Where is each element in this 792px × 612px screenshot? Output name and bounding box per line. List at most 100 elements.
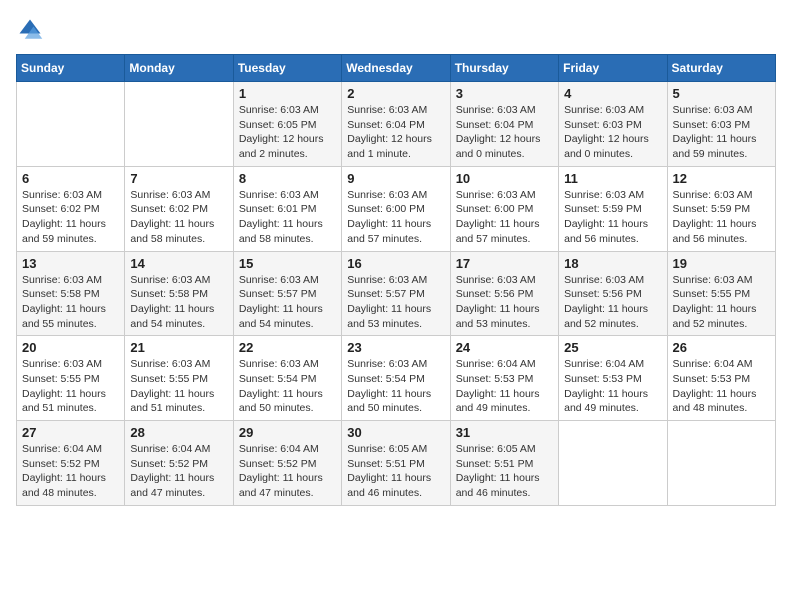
day-info: Sunrise: 6:03 AM Sunset: 6:02 PM Dayligh… (130, 188, 227, 247)
weekday-header-thursday: Thursday (450, 55, 558, 82)
day-info: Sunrise: 6:03 AM Sunset: 5:55 PM Dayligh… (130, 357, 227, 416)
calendar-week-row: 20 Sunrise: 6:03 AM Sunset: 5:55 PM Dayli… (17, 336, 776, 421)
day-number: 1 (239, 86, 336, 101)
calendar-cell: 16 Sunrise: 6:03 AM Sunset: 5:57 PM Dayli… (342, 251, 450, 336)
day-number: 14 (130, 256, 227, 271)
calendar-cell: 1 Sunrise: 6:03 AM Sunset: 6:05 PM Daylig… (233, 82, 341, 167)
calendar-cell: 2 Sunrise: 6:03 AM Sunset: 6:04 PM Daylig… (342, 82, 450, 167)
day-info: Sunrise: 6:03 AM Sunset: 5:58 PM Dayligh… (22, 273, 119, 332)
day-info: Sunrise: 6:03 AM Sunset: 6:03 PM Dayligh… (564, 103, 661, 162)
calendar-cell: 13 Sunrise: 6:03 AM Sunset: 5:58 PM Dayli… (17, 251, 125, 336)
day-info: Sunrise: 6:03 AM Sunset: 5:59 PM Dayligh… (564, 188, 661, 247)
day-info: Sunrise: 6:04 AM Sunset: 5:53 PM Dayligh… (564, 357, 661, 416)
logo (16, 16, 48, 44)
day-number: 11 (564, 171, 661, 186)
calendar-cell: 19 Sunrise: 6:03 AM Sunset: 5:55 PM Dayli… (667, 251, 775, 336)
day-info: Sunrise: 6:05 AM Sunset: 5:51 PM Dayligh… (347, 442, 444, 501)
calendar-cell: 18Sunrise: 6:03 AM Sunset: 5:56 PM Dayli… (559, 251, 667, 336)
day-info: Sunrise: 6:04 AM Sunset: 5:53 PM Dayligh… (673, 357, 770, 416)
day-number: 28 (130, 425, 227, 440)
calendar-cell: 20 Sunrise: 6:03 AM Sunset: 5:55 PM Dayli… (17, 336, 125, 421)
day-number: 13 (22, 256, 119, 271)
day-info: Sunrise: 6:03 AM Sunset: 6:05 PM Dayligh… (239, 103, 336, 162)
day-info: Sunrise: 6:04 AM Sunset: 5:52 PM Dayligh… (239, 442, 336, 501)
calendar-cell (667, 421, 775, 506)
day-number: 27 (22, 425, 119, 440)
weekday-header-sunday: Sunday (17, 55, 125, 82)
day-number: 12 (673, 171, 770, 186)
day-info: Sunrise: 6:03 AM Sunset: 5:57 PM Dayligh… (347, 273, 444, 332)
day-number: 4 (564, 86, 661, 101)
day-info: Sunrise: 6:03 AM Sunset: 6:03 PM Dayligh… (673, 103, 770, 162)
calendar-week-row: 6 Sunrise: 6:03 AM Sunset: 6:02 PM Daylig… (17, 166, 776, 251)
calendar-cell: 31Sunrise: 6:05 AM Sunset: 5:51 PM Dayli… (450, 421, 558, 506)
day-number: 3 (456, 86, 553, 101)
day-number: 2 (347, 86, 444, 101)
calendar-cell: 29 Sunrise: 6:04 AM Sunset: 5:52 PM Dayli… (233, 421, 341, 506)
calendar-header: SundayMondayTuesdayWednesdayThursdayFrid… (17, 55, 776, 82)
day-info: Sunrise: 6:03 AM Sunset: 6:04 PM Dayligh… (456, 103, 553, 162)
day-info: Sunrise: 6:04 AM Sunset: 5:52 PM Dayligh… (130, 442, 227, 501)
calendar-body: 1 Sunrise: 6:03 AM Sunset: 6:05 PM Daylig… (17, 82, 776, 506)
calendar-week-row: 13 Sunrise: 6:03 AM Sunset: 5:58 PM Dayli… (17, 251, 776, 336)
day-number: 30 (347, 425, 444, 440)
day-number: 23 (347, 340, 444, 355)
calendar-cell: 24 Sunrise: 6:04 AM Sunset: 5:53 PM Dayli… (450, 336, 558, 421)
day-info: Sunrise: 6:03 AM Sunset: 5:55 PM Dayligh… (22, 357, 119, 416)
day-info: Sunrise: 6:03 AM Sunset: 6:00 PM Dayligh… (456, 188, 553, 247)
day-info: Sunrise: 6:03 AM Sunset: 5:54 PM Dayligh… (347, 357, 444, 416)
weekday-header-tuesday: Tuesday (233, 55, 341, 82)
day-number: 29 (239, 425, 336, 440)
day-number: 16 (347, 256, 444, 271)
calendar-cell: 11 Sunrise: 6:03 AM Sunset: 5:59 PM Dayli… (559, 166, 667, 251)
calendar-cell: 27 Sunrise: 6:04 AM Sunset: 5:52 PM Dayli… (17, 421, 125, 506)
day-info: Sunrise: 6:03 AM Sunset: 6:00 PM Dayligh… (347, 188, 444, 247)
calendar-cell: 5Sunrise: 6:03 AM Sunset: 6:03 PM Daylig… (667, 82, 775, 167)
day-number: 24 (456, 340, 553, 355)
calendar-cell: 26Sunrise: 6:04 AM Sunset: 5:53 PM Dayli… (667, 336, 775, 421)
calendar-cell: 7 Sunrise: 6:03 AM Sunset: 6:02 PM Daylig… (125, 166, 233, 251)
weekday-header-friday: Friday (559, 55, 667, 82)
calendar-cell: 4 Sunrise: 6:03 AM Sunset: 6:03 PM Daylig… (559, 82, 667, 167)
day-info: Sunrise: 6:03 AM Sunset: 6:02 PM Dayligh… (22, 188, 119, 247)
calendar-cell: 10 Sunrise: 6:03 AM Sunset: 6:00 PM Dayli… (450, 166, 558, 251)
calendar-cell: 12Sunrise: 6:03 AM Sunset: 5:59 PM Dayli… (667, 166, 775, 251)
calendar-cell: 8 Sunrise: 6:03 AM Sunset: 6:01 PM Daylig… (233, 166, 341, 251)
day-number: 15 (239, 256, 336, 271)
day-number: 9 (347, 171, 444, 186)
weekday-header-saturday: Saturday (667, 55, 775, 82)
weekday-header-row: SundayMondayTuesdayWednesdayThursdayFrid… (17, 55, 776, 82)
calendar-cell: 15 Sunrise: 6:03 AM Sunset: 5:57 PM Dayli… (233, 251, 341, 336)
day-info: Sunrise: 6:03 AM Sunset: 5:56 PM Dayligh… (456, 273, 553, 332)
day-number: 10 (456, 171, 553, 186)
day-info: Sunrise: 6:04 AM Sunset: 5:52 PM Dayligh… (22, 442, 119, 501)
day-info: Sunrise: 6:03 AM Sunset: 6:01 PM Dayligh… (239, 188, 336, 247)
day-number: 19 (673, 256, 770, 271)
day-number: 22 (239, 340, 336, 355)
logo-icon (16, 16, 44, 44)
day-number: 21 (130, 340, 227, 355)
calendar-cell: 25Sunrise: 6:04 AM Sunset: 5:53 PM Dayli… (559, 336, 667, 421)
day-info: Sunrise: 6:03 AM Sunset: 5:57 PM Dayligh… (239, 273, 336, 332)
day-info: Sunrise: 6:03 AM Sunset: 5:55 PM Dayligh… (673, 273, 770, 332)
day-info: Sunrise: 6:03 AM Sunset: 6:04 PM Dayligh… (347, 103, 444, 162)
day-number: 6 (22, 171, 119, 186)
calendar-cell: 14Sunrise: 6:03 AM Sunset: 5:58 PM Dayli… (125, 251, 233, 336)
calendar-cell: 3 Sunrise: 6:03 AM Sunset: 6:04 PM Daylig… (450, 82, 558, 167)
day-info: Sunrise: 6:04 AM Sunset: 5:53 PM Dayligh… (456, 357, 553, 416)
day-number: 8 (239, 171, 336, 186)
calendar-week-row: 27 Sunrise: 6:04 AM Sunset: 5:52 PM Dayli… (17, 421, 776, 506)
page-header (16, 16, 776, 44)
calendar-cell: 6 Sunrise: 6:03 AM Sunset: 6:02 PM Daylig… (17, 166, 125, 251)
day-info: Sunrise: 6:05 AM Sunset: 5:51 PM Dayligh… (456, 442, 553, 501)
calendar-cell: 22 Sunrise: 6:03 AM Sunset: 5:54 PM Dayli… (233, 336, 341, 421)
calendar-cell: 21 Sunrise: 6:03 AM Sunset: 5:55 PM Dayli… (125, 336, 233, 421)
calendar-cell (125, 82, 233, 167)
day-number: 20 (22, 340, 119, 355)
day-number: 7 (130, 171, 227, 186)
weekday-header-monday: Monday (125, 55, 233, 82)
calendar-table: SundayMondayTuesdayWednesdayThursdayFrid… (16, 54, 776, 506)
day-info: Sunrise: 6:03 AM Sunset: 5:54 PM Dayligh… (239, 357, 336, 416)
calendar-cell (17, 82, 125, 167)
calendar-cell (559, 421, 667, 506)
